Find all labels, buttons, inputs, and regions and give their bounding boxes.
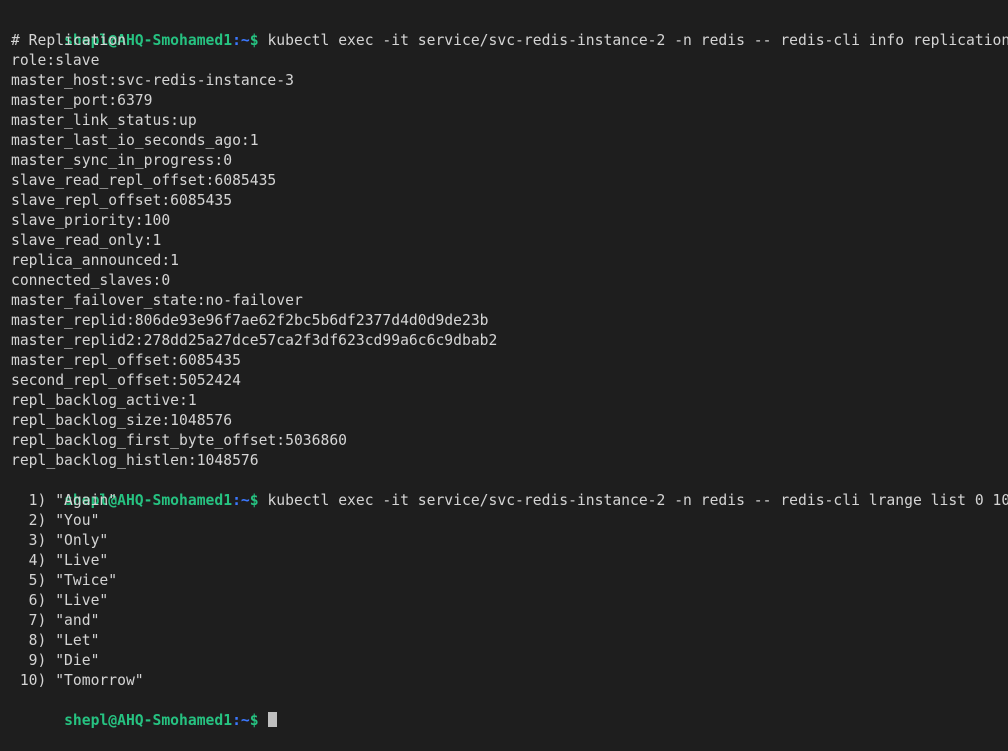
output-line: second_repl_offset:5052424: [11, 372, 241, 389]
output-line: master_host:svc-redis-instance-3: [11, 72, 294, 89]
output-line: slave_repl_offset:6085435: [11, 192, 233, 209]
output-line: master_sync_in_progress:0: [11, 152, 233, 169]
command-line: shepl@AHQ-Smohamed1:~$ kubectl exec -it …: [11, 471, 1008, 509]
prompt-path: ~: [240, 32, 250, 49]
list-item: 9) "Die": [11, 652, 100, 669]
output-line: repl_backlog_active:1: [11, 392, 197, 409]
output-line: master_replid:806de93e96f7ae62f2bc5b6df2…: [11, 312, 489, 329]
output-line: master_port:6379: [11, 92, 153, 109]
command-text: kubectl exec -it service/svc-redis-insta…: [258, 492, 1008, 509]
output-line: slave_read_only:1: [11, 232, 162, 249]
output-line: master_last_io_seconds_ago:1: [11, 132, 259, 149]
prompt-colon: :: [232, 712, 241, 729]
command-text: kubectl exec -it service/svc-redis-insta…: [258, 32, 1008, 49]
list-item: 6) "Live": [11, 592, 109, 609]
list-item: 5) "Twice": [11, 572, 118, 589]
prompt-user-host: shepl@AHQ-Smohamed1: [64, 712, 233, 729]
list-item: 4) "Live": [11, 552, 109, 569]
command-line: shepl@AHQ-Smohamed1:~$ kubectl exec -it …: [11, 11, 1008, 49]
output-line: repl_backlog_first_byte_offset:5036860: [11, 432, 348, 449]
list-item: 3) "Only": [11, 532, 109, 549]
list-item: 2) "You": [11, 512, 100, 529]
output-line: connected_slaves:0: [11, 272, 171, 289]
output-line: slave_read_repl_offset:6085435: [11, 172, 277, 189]
output-line: master_repl_offset:6085435: [11, 352, 241, 369]
output-line: repl_backlog_histlen:1048576: [11, 452, 259, 469]
list-item: 8) "Let": [11, 632, 100, 649]
terminal-screen[interactable]: shepl@AHQ-Smohamed1:~$ kubectl exec -it …: [0, 0, 1008, 729]
prompt-dollar: $: [249, 712, 259, 729]
prompt-path: ~: [240, 492, 250, 509]
output-line: repl_backlog_size:1048576: [11, 412, 233, 429]
output-line: role:slave: [11, 52, 100, 69]
active-prompt-line[interactable]: shepl@AHQ-Smohamed1:~$: [11, 691, 1008, 729]
output-line: slave_priority:100: [11, 212, 171, 229]
prompt-colon: :: [232, 32, 241, 49]
output-line: master_link_status:up: [11, 112, 197, 129]
terminal-window[interactable]: shepl@AHQ-Smohamed1:~$ kubectl exec -it …: [0, 0, 1008, 729]
output-line: master_replid2:278dd25a27dce57ca2f3df623…: [11, 332, 498, 349]
prompt-colon: :: [232, 492, 241, 509]
prompt-path: ~: [240, 712, 250, 729]
list-item: 10) "Tomorrow": [11, 672, 144, 689]
list-item: 7) "and": [11, 612, 100, 629]
output-line: replica_announced:1: [11, 252, 180, 269]
output-line: master_failover_state:no-failover: [11, 292, 303, 309]
prompt-dollar: $: [249, 492, 259, 509]
prompt-dollar: $: [249, 32, 259, 49]
